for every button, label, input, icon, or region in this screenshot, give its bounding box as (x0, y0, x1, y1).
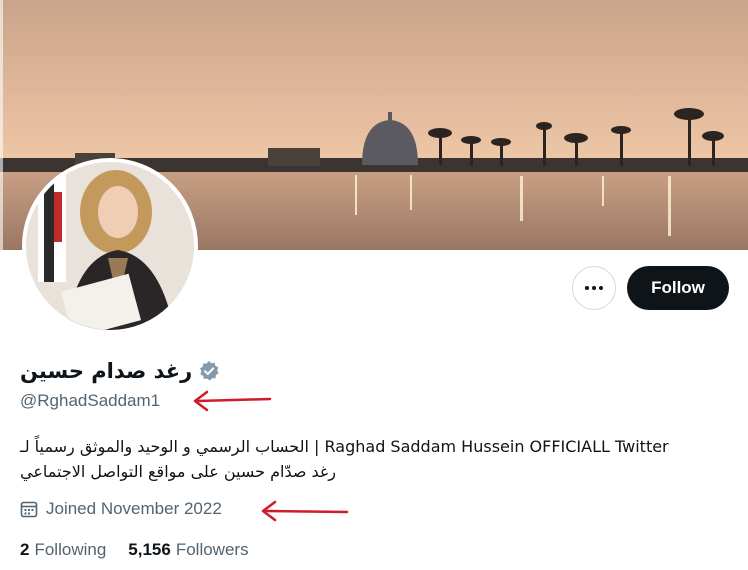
following-label: Following (34, 540, 107, 559)
joined-date-row: Joined November 2022 (20, 499, 222, 519)
followers-count: 5,156 (128, 540, 171, 559)
profile-avatar[interactable] (22, 158, 198, 334)
verified-badge-icon[interactable] (198, 360, 220, 382)
calendar-icon (20, 501, 38, 518)
more-options-button[interactable] (572, 266, 616, 310)
red-arrow-icon (193, 390, 272, 412)
follow-button[interactable]: Follow (627, 266, 729, 310)
red-arrow-icon (261, 500, 349, 522)
following-count: 2 (20, 540, 30, 559)
name-row: رغد صدام حسين (20, 356, 220, 386)
profile-handle: @RghadSaddam1 (20, 391, 161, 410)
more-dots-icon (584, 286, 605, 290)
following-link[interactable]: 2 Following (20, 540, 106, 560)
followers-link[interactable]: 5,156 Followers (128, 540, 248, 560)
bio-line-1: الحساب الرسمي و الوحيد والموثق رسمياً لـ… (20, 437, 669, 456)
profile-bio: الحساب الرسمي و الوحيد والموثق رسمياً لـ… (20, 434, 730, 484)
avatar-image (26, 162, 194, 330)
display-name: رغد صدام حسين (20, 359, 193, 383)
bio-line-2: رغد صدّام حسين على مواقع التواصل الاجتما… (20, 462, 336, 481)
follow-stats: 2 Following 5,156 Followers (20, 540, 271, 560)
followers-label: Followers (175, 540, 249, 559)
joined-date: Joined November 2022 (46, 499, 222, 518)
